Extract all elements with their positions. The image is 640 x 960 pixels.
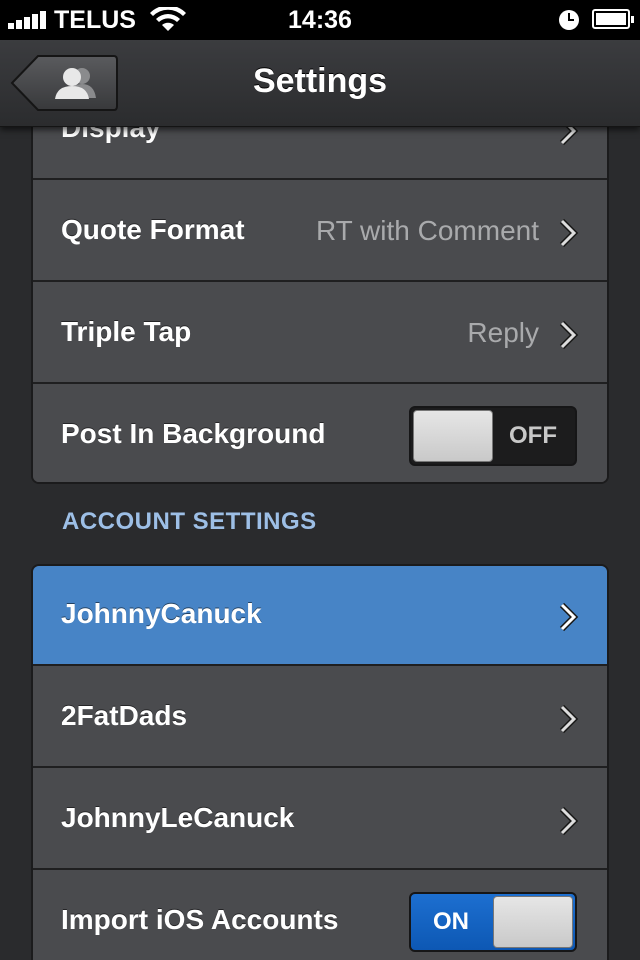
row-value: Reply — [467, 317, 539, 348]
row-label: Quote Format — [61, 214, 245, 245]
import-ios-accounts-row: Import iOS Accounts ON — [33, 872, 607, 960]
chevron-right-icon — [559, 218, 579, 248]
toggle-text: OFF — [509, 422, 557, 449]
post-in-background-toggle[interactable]: OFF — [409, 406, 577, 466]
row-label: JohnnyCanuck — [61, 598, 262, 629]
chevron-right-icon — [559, 126, 579, 146]
display-settings-group: Display Quote Format RT with Comment Tri… — [31, 126, 609, 484]
row-label: JohnnyLeCanuck — [61, 802, 295, 833]
status-bar: TELUS 14:36 — [0, 0, 640, 40]
page-title: Settings — [252, 62, 388, 100]
chevron-right-icon — [559, 602, 579, 632]
toggle-knob — [413, 410, 493, 462]
post-in-background-row: Post In Background OFF — [33, 386, 607, 482]
row-label: 2FatDads — [61, 700, 188, 731]
triple-tap-row[interactable]: Triple Tap Reply — [33, 284, 607, 384]
account-row-2fatdads[interactable]: 2FatDads — [33, 668, 607, 768]
row-label: Import iOS Accounts — [61, 904, 339, 935]
row-value: RT with Comment — [315, 215, 539, 246]
toggle-text: ON — [433, 908, 469, 935]
row-label: Display — [61, 126, 161, 143]
account-settings-group: JohnnyCanuck 2FatDads JohnnyLeCanuck Imp… — [31, 564, 609, 960]
display-row[interactable]: Display — [33, 126, 607, 180]
quote-format-row[interactable]: Quote Format RT with Comment — [33, 182, 607, 282]
settings-list[interactable]: Display Quote Format RT with Comment Tri… — [0, 126, 640, 960]
status-time: 14:36 — [288, 6, 352, 34]
alarm-clock-icon — [559, 10, 579, 30]
account-row-johnnylecanuck[interactable]: JohnnyLeCanuck — [33, 770, 607, 870]
section-header: ACCOUNT SETTINGS — [62, 508, 317, 535]
import-ios-accounts-toggle[interactable]: ON — [409, 892, 577, 952]
chevron-right-icon — [559, 704, 579, 734]
chevron-right-icon — [559, 320, 579, 350]
battery-icon — [592, 9, 634, 29]
toggle-knob — [493, 896, 573, 948]
navigation-bar: Settings — [0, 40, 640, 127]
chevron-right-icon — [559, 806, 579, 836]
row-label: Post In Background — [61, 418, 326, 449]
account-row-johnnycanuck[interactable]: JohnnyCanuck — [33, 566, 607, 666]
row-label: Triple Tap — [61, 316, 192, 347]
